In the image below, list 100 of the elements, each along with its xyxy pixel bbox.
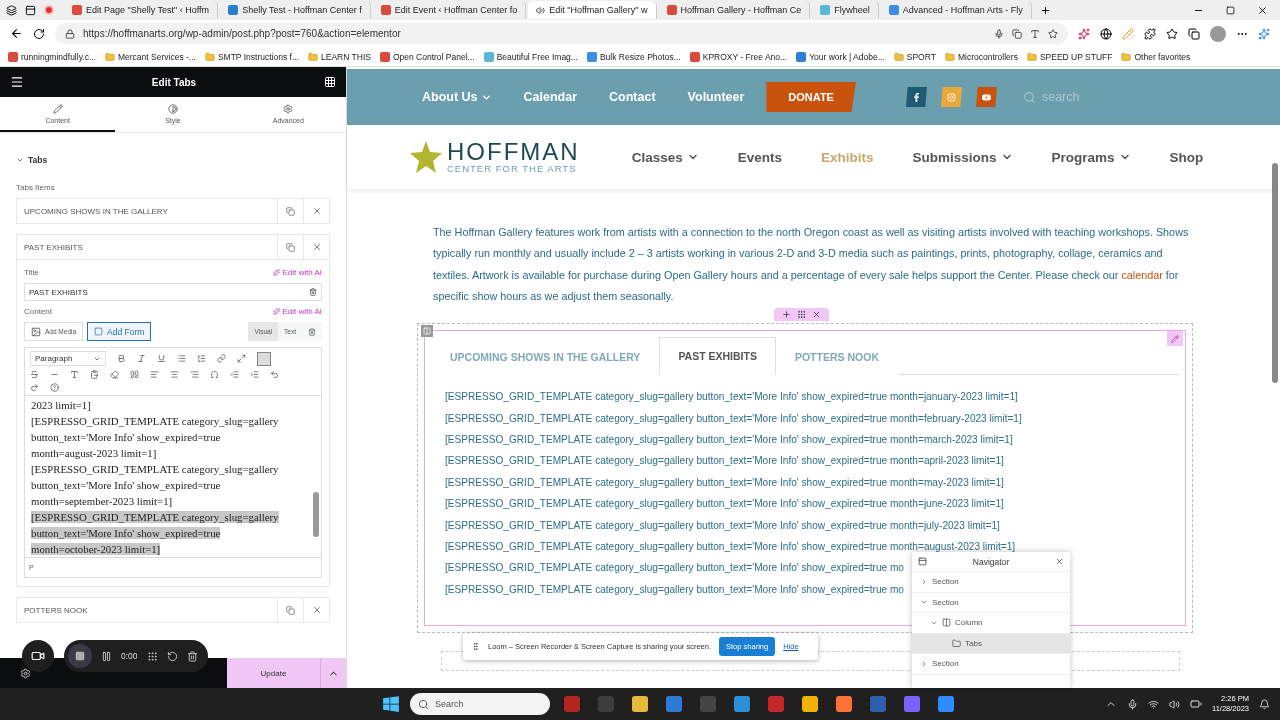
settings-icon[interactable] bbox=[20, 667, 31, 679]
bookmark[interactable]: Microcontrollers bbox=[944, 51, 1018, 62]
notification-icon[interactable] bbox=[1259, 698, 1270, 710]
address-bar[interactable]: https://hoffmanarts.org/wp-admin/post.php?post=760&action=elementor bbox=[55, 23, 1068, 44]
extensions-icon[interactable] bbox=[1144, 27, 1156, 40]
browser-tab[interactable]: Edit "Hoffman Gallery" w bbox=[528, 1, 657, 19]
update-button[interactable]: Update bbox=[227, 658, 320, 688]
content-editor[interactable]: 2023 limit=1] [ESPRESSO_GRID_TEMPLATE category_slug=gallery button_text='More Info' show_expired=true month=august-2023 limit=1] [ESPRESSO_GRID_TEMPLATE category_slug=gallery button_text='More Info' show_expired=true month=september-2023 limit=1] [ESPRESSO_GRID_TEMPLATE category_slug=gallery button_text='More Info' show_expired=true month=october-2023 limit=1] bbox=[24, 395, 322, 558]
back-icon[interactable] bbox=[10, 27, 23, 40]
browser-tab[interactable]: Hoffman Gallery - Hoffman Ce bbox=[658, 1, 811, 19]
drag-handle-icon[interactable] bbox=[471, 642, 480, 651]
bookmark[interactable]: Open Control Panel... bbox=[379, 51, 475, 62]
nav-link[interactable]: Events bbox=[737, 149, 782, 165]
copilot-icon[interactable] bbox=[1258, 27, 1270, 40]
outdent-icon[interactable] bbox=[230, 370, 239, 379]
format-select[interactable]: Paragraph bbox=[30, 351, 106, 366]
bookmark[interactable]: KPROXY - Free Ano... bbox=[689, 51, 788, 62]
text-color-icon[interactable] bbox=[70, 370, 79, 379]
favorites-icon[interactable] bbox=[1166, 27, 1178, 40]
bullet-list-icon[interactable] bbox=[177, 354, 186, 363]
italic-icon[interactable] bbox=[137, 354, 146, 363]
align-center-icon[interactable] bbox=[170, 370, 179, 379]
eraser-icon[interactable] bbox=[110, 370, 119, 379]
pause-icon[interactable] bbox=[101, 650, 112, 662]
bookmark[interactable]: SMTP Instructions f... bbox=[204, 51, 299, 62]
record-icon[interactable] bbox=[44, 5, 54, 15]
browser-tab[interactable]: Shelly Test - Hoffman Center f bbox=[220, 1, 371, 19]
navigator-item[interactable]: Section bbox=[912, 592, 1070, 613]
link-icon[interactable] bbox=[217, 354, 226, 363]
menu-icon[interactable] bbox=[10, 75, 24, 89]
align-left-icon[interactable] bbox=[150, 370, 159, 379]
navigator-item[interactable]: Section bbox=[912, 654, 1070, 675]
bookmark[interactable]: Other favorites bbox=[1121, 51, 1191, 62]
browser-tab[interactable]: Edit Event ‹ Hoffman Center fo bbox=[372, 1, 527, 19]
drag-handle-icon[interactable] bbox=[797, 310, 806, 320]
battery-icon[interactable] bbox=[1190, 698, 1202, 710]
calendar-link[interactable]: calendar bbox=[1121, 268, 1163, 281]
repeater-item[interactable]: POTTERS NOOK bbox=[16, 597, 330, 623]
align-right-icon[interactable] bbox=[190, 370, 199, 379]
trash-icon[interactable] bbox=[186, 650, 198, 662]
bookmark[interactable]: SPORT bbox=[893, 51, 936, 62]
nav-link[interactable]: Shop bbox=[1169, 149, 1204, 165]
collapse-icon[interactable] bbox=[918, 557, 927, 566]
title-field[interactable]: PAST EXHIBITS bbox=[24, 283, 322, 301]
facebook-button[interactable] bbox=[905, 87, 927, 107]
wifi-icon[interactable] bbox=[1148, 698, 1159, 710]
strikethrough-icon[interactable] bbox=[30, 370, 39, 379]
restart-icon[interactable] bbox=[166, 650, 178, 662]
bookmark[interactable]: Bulk Resize Photos... bbox=[586, 51, 681, 62]
bookmark[interactable]: Beautiful Free Imag... bbox=[483, 51, 578, 62]
bookmark[interactable]: Your work | Adobe... bbox=[796, 51, 885, 62]
tab-actions-icon[interactable] bbox=[25, 4, 36, 16]
taskbar-search-field[interactable]: Search bbox=[410, 693, 550, 715]
start-icon[interactable] bbox=[382, 695, 400, 713]
edit-with-ai-link[interactable]: Edit with AI bbox=[273, 268, 322, 277]
browser-tab[interactable]: Flywheel bbox=[812, 1, 879, 19]
grid-icon[interactable] bbox=[146, 650, 158, 662]
paste-text-icon[interactable] bbox=[90, 370, 99, 379]
trash-button[interactable] bbox=[302, 322, 322, 341]
youtube-button[interactable] bbox=[975, 87, 997, 107]
stop-recording-button[interactable] bbox=[68, 644, 92, 668]
fullscreen-icon[interactable] bbox=[237, 354, 246, 363]
gallery-tab[interactable]: PAST EXHIBITS bbox=[659, 337, 776, 376]
bold-icon[interactable] bbox=[117, 354, 126, 363]
donate-button[interactable]: DONATE bbox=[766, 82, 856, 112]
bookmark[interactable]: LEARN THIS bbox=[308, 51, 371, 62]
profile-avatar[interactable] bbox=[1210, 25, 1226, 42]
apps-grid-icon[interactable] bbox=[324, 76, 336, 88]
edit-widget-button[interactable] bbox=[1167, 331, 1183, 347]
bookmark[interactable]: Mercant Services -... bbox=[104, 51, 196, 62]
nav-link[interactable]: Programs bbox=[1051, 149, 1131, 165]
add-form-button[interactable]: Add Form bbox=[87, 322, 152, 341]
read-aloud-icon[interactable] bbox=[1030, 28, 1040, 39]
nav-link[interactable]: Classes bbox=[631, 149, 699, 165]
nav-link[interactable]: Submissions bbox=[912, 149, 1013, 165]
microphone-icon[interactable] bbox=[994, 28, 1004, 39]
navigator-item[interactable]: Column bbox=[912, 613, 1070, 634]
collections-icon[interactable] bbox=[1188, 27, 1200, 40]
section-toggle[interactable]: Tabs bbox=[16, 155, 330, 165]
quote-icon[interactable] bbox=[130, 370, 139, 379]
undo-icon[interactable] bbox=[270, 370, 279, 379]
refresh-icon[interactable] bbox=[33, 27, 45, 40]
add-icon[interactable] bbox=[782, 310, 791, 320]
repeater-item[interactable]: UPCOMING SHOWS IN THE GALLERY bbox=[16, 198, 330, 224]
new-tab-icon[interactable] bbox=[1039, 4, 1051, 16]
microphone-icon[interactable] bbox=[1127, 698, 1138, 710]
workspaces-icon[interactable] bbox=[6, 4, 17, 16]
close-icon[interactable] bbox=[1257, 4, 1268, 16]
column-handle[interactable] bbox=[421, 325, 433, 338]
favorite-star-icon[interactable] bbox=[1048, 28, 1058, 39]
toolbar-toggle-icon[interactable] bbox=[257, 351, 271, 366]
browser-tab[interactable]: Advanced - Hoffman Arts - Fly bbox=[880, 1, 1032, 19]
volume-icon[interactable] bbox=[1169, 698, 1180, 710]
special-character-icon[interactable] bbox=[210, 370, 219, 379]
help-icon[interactable] bbox=[50, 383, 59, 392]
bookmark[interactable]: SPEED UP STUFF bbox=[1026, 51, 1113, 62]
underline-icon[interactable] bbox=[157, 354, 166, 363]
browser-tab[interactable]: Edit Page "Shelly Test" ‹ Hoffm bbox=[64, 1, 219, 19]
maximize-icon[interactable] bbox=[1226, 5, 1235, 15]
edit-with-ai-link[interactable]: Edit with AI bbox=[273, 307, 322, 316]
